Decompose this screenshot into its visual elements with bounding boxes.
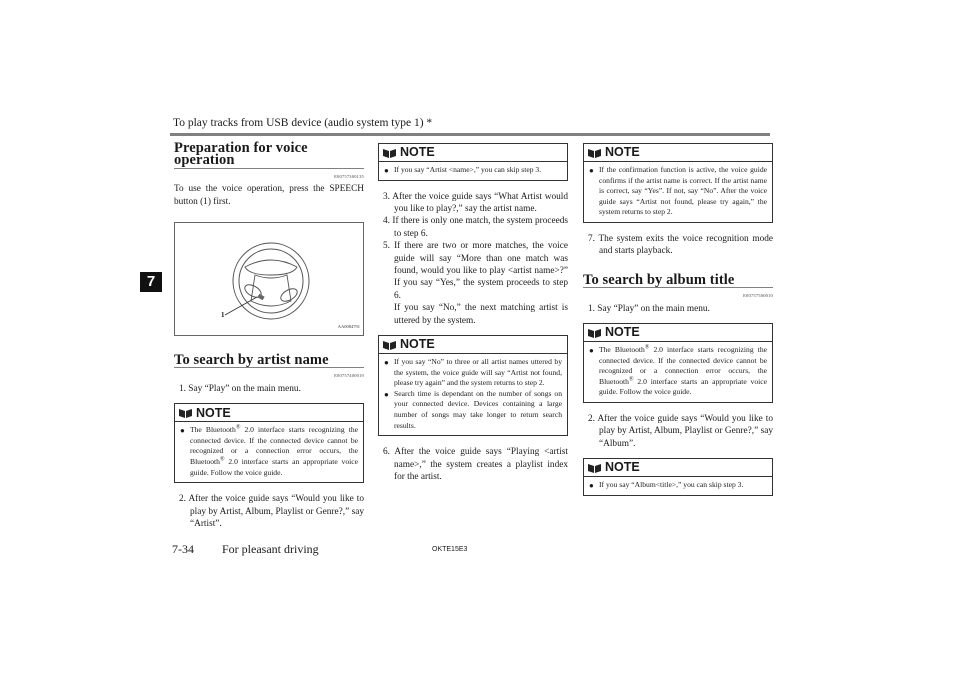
note-header: NOTE: [379, 144, 567, 162]
note-box: NOTE ● If you say “Album<title>,” you ca…: [583, 458, 773, 496]
figure-callout: 1: [221, 311, 225, 320]
step-6: 6. After the voice guide says “Playing <…: [383, 447, 568, 483]
bullet-icon: ●: [589, 481, 594, 491]
note-box: NOTE ● The Bluetooth® 2.0 interface star…: [583, 323, 773, 403]
section-title-album: To search by album title: [583, 272, 773, 289]
bullet-icon: ●: [589, 166, 594, 175]
section-code: E00757400019: [334, 373, 364, 379]
bullet-icon: ●: [384, 358, 389, 368]
step-4: 4. If there is only one match, the syste…: [383, 216, 568, 239]
chapter-tab: 7: [140, 272, 162, 292]
note-label: NOTE: [605, 145, 640, 160]
note-box: NOTE ● If you say “No” to three or all a…: [378, 335, 568, 437]
document-code: OKTE15E3: [432, 546, 468, 553]
step-5-continued: If you say “No,” the next matching artis…: [394, 303, 568, 326]
bullet-icon: ●: [180, 426, 185, 436]
bullet-icon: ●: [384, 166, 389, 175]
note-item: ● If you say “No” to three or all artist…: [384, 357, 562, 388]
note-label: NOTE: [196, 405, 231, 420]
note-label: NOTE: [605, 460, 640, 475]
note-item: ● If the confirmation function is active…: [589, 165, 767, 217]
note-header: NOTE: [584, 459, 772, 478]
step-2: 2. After the voice guide says “Would you…: [179, 494, 364, 530]
note-book-icon: [383, 148, 396, 158]
note-item: ● The Bluetooth® 2.0 interface starts re…: [180, 424, 358, 477]
paragraph-preparation: To use the voice operation, press the SP…: [174, 184, 364, 207]
section-code: E00757500010: [743, 293, 773, 299]
step-1: 1. Say “Play” on the main menu.: [179, 383, 301, 394]
note-header: NOTE: [584, 324, 772, 342]
note-label: NOTE: [400, 337, 435, 352]
section-title-artist: To search by artist name: [174, 353, 364, 369]
column-1: Preparation for voice operation E0075730…: [174, 141, 364, 530]
note-book-icon: [588, 148, 601, 158]
step-5: 5. If there are two or more matches, the…: [383, 241, 568, 301]
footer-section-title: For pleasant driving: [222, 542, 319, 556]
note-item: ● If you say “Album<title>,” you can ski…: [589, 480, 744, 491]
note-book-icon: [588, 463, 601, 473]
section-title-preparation: Preparation for voice operation: [174, 141, 364, 169]
note-header: NOTE: [379, 336, 567, 355]
section-code: E00757300135: [334, 173, 364, 179]
column-2: NOTE ● If you say “Artist <name>,” you c…: [378, 143, 568, 483]
column-3: NOTE ● If the confirmation function is a…: [583, 143, 773, 506]
figure-code: AA0084791: [337, 323, 360, 329]
steering-wheel-figure: 1 AA0084791: [174, 222, 364, 337]
note-box: NOTE ● The Bluetooth® 2.0 interface star…: [174, 403, 364, 484]
bullet-icon: ●: [384, 389, 389, 399]
note-book-icon: [588, 328, 601, 338]
note-book-icon: [179, 408, 192, 418]
step-7: 7. The system exits the voice recognitio…: [588, 233, 773, 257]
page-number: 7-34: [172, 542, 194, 556]
note-item: ● Search time is dependant on the number…: [384, 388, 562, 430]
bullet-icon: ●: [589, 346, 594, 355]
note-label: NOTE: [400, 145, 435, 160]
note-box: NOTE ● If the confirmation function is a…: [583, 143, 773, 223]
note-header: NOTE: [584, 144, 772, 162]
note-label: NOTE: [605, 325, 640, 340]
note-header: NOTE: [175, 404, 363, 423]
step-2: 2. After the voice guide says “Would you…: [588, 413, 773, 449]
note-item: ● The Bluetooth® 2.0 interface starts re…: [589, 344, 767, 397]
header-rule: [170, 133, 770, 136]
step-3: 3. After the voice guide says “What Arti…: [383, 191, 568, 214]
note-book-icon: [383, 340, 396, 350]
running-header: To play tracks from USB device (audio sy…: [173, 117, 433, 129]
step-1: 1. Say “Play” on the main menu.: [588, 303, 710, 314]
note-box: NOTE ● If you say “Artist <name>,” you c…: [378, 143, 568, 181]
note-item: ● If you say “Artist <name>,” you can sk…: [384, 165, 542, 175]
steering-wheel-illustration-icon: [224, 242, 310, 320]
